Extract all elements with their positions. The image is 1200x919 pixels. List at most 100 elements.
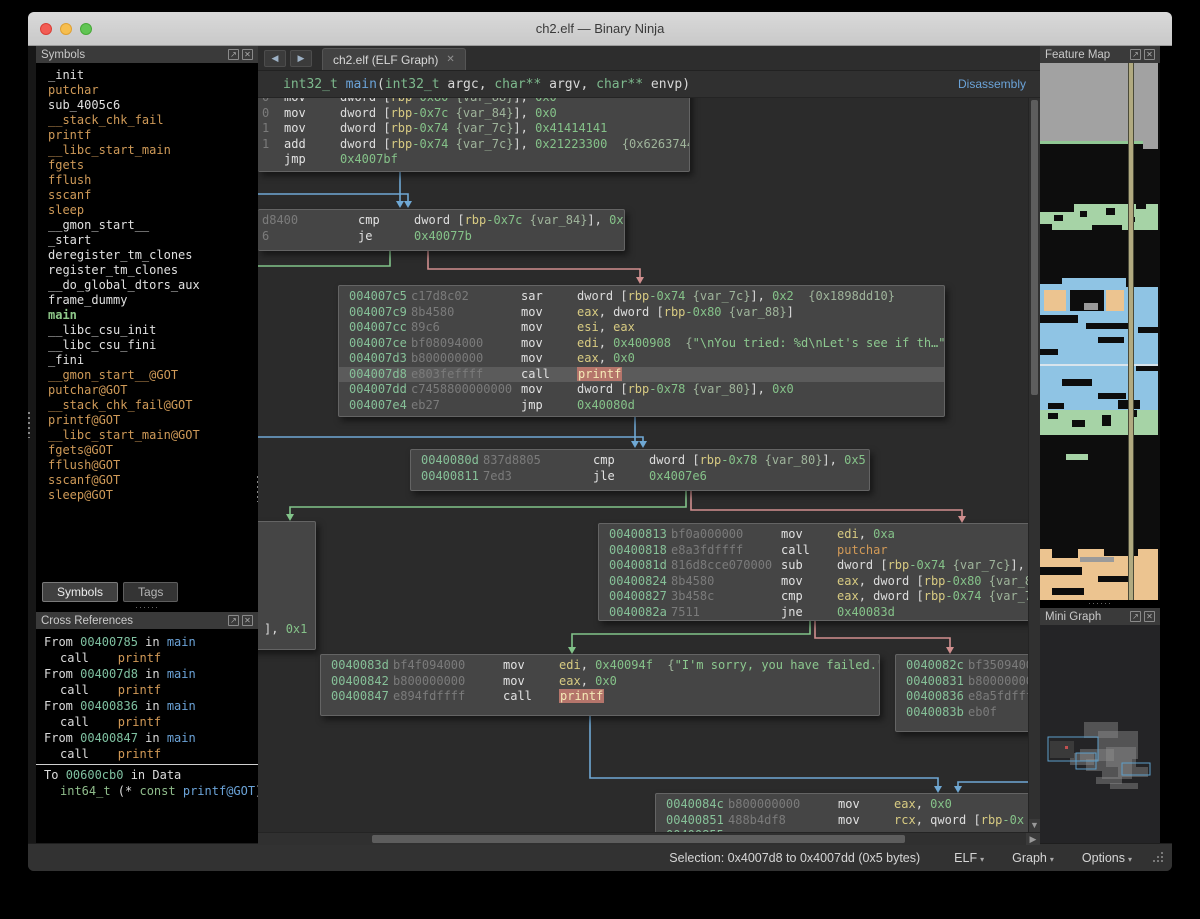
sidebar-resize-handle[interactable] xyxy=(28,412,30,438)
symbol-item[interactable]: __libc_start_main xyxy=(48,143,258,158)
symbol-item[interactable]: __libc_csu_init xyxy=(48,323,258,338)
instruction-row[interactable]: 0040082a 7511 jne 0x40083d xyxy=(599,605,1040,621)
menu-options[interactable]: Options ▾ xyxy=(1082,851,1132,865)
horizontal-scrollbar-thumb[interactable] xyxy=(372,835,905,843)
feature-map[interactable] xyxy=(1040,63,1160,600)
view-mode-selector[interactable]: Disassembly xyxy=(958,77,1026,91)
symbol-item[interactable]: __gmon_start__ xyxy=(48,218,258,233)
symbol-item[interactable]: putchar xyxy=(48,83,258,98)
symbol-item[interactable]: register_tm_clones xyxy=(48,263,258,278)
symbol-item[interactable]: sscanf xyxy=(48,188,258,203)
instruction-row[interactable]: 0040083d bf4f094000 mov edi, 0x40094f {"I'm… xyxy=(321,658,879,674)
popout-icon[interactable]: ↗ xyxy=(1130,49,1141,60)
instruction-row[interactable]: d8400cmpdword [rbp-0x7c {var_84}], 0x0 xyxy=(258,213,624,229)
panel-splitter-handle[interactable]: ······ xyxy=(36,603,258,612)
xref-detail[interactable]: call printf xyxy=(44,714,258,730)
symbol-item[interactable]: __do_global_dtors_aux xyxy=(48,278,258,293)
xref-entry[interactable]: From 00400836 in main xyxy=(44,698,258,714)
scroll-right-button[interactable]: ▶ xyxy=(1026,833,1040,845)
instruction-row[interactable]: 004007e4 eb27 jmp 0x40080d xyxy=(339,398,944,414)
instruction-row[interactable]: 00400811 7ed3 jle 0x4007e6 xyxy=(411,469,869,485)
popout-icon[interactable]: ↗ xyxy=(228,615,239,626)
instruction-row[interactable]: 0040080d 837d8805 cmp dword [rbp-0x78 {var_… xyxy=(411,453,869,469)
close-icon[interactable]: ✕ xyxy=(1144,611,1155,622)
instruction-row[interactable]: 004007d8 e803feffff call printf xyxy=(339,366,944,382)
instruction-row[interactable]: 00400831 b80000000 xyxy=(896,674,1040,690)
block-printf-tried[interactable]: 004007c5 c17d8c02 sar dword [rbp-0x74 {var_… xyxy=(338,285,945,417)
titlebar[interactable]: ch2.elf — Binary Ninja xyxy=(28,12,1172,46)
symbol-item[interactable]: printf@GOT xyxy=(48,413,258,428)
back-button[interactable]: ◀ xyxy=(264,50,286,67)
panel-splitter-handle[interactable]: ······ xyxy=(1040,599,1160,608)
symbol-item[interactable]: _init xyxy=(48,68,258,83)
block-printf-sorry[interactable]: 0040083d bf4f094000 mov edi, 0x40094f {"I'm… xyxy=(320,654,880,716)
block-return[interactable]: 0040084c b800000000 mov eax, 0x0 00400851 488… xyxy=(655,793,1040,832)
instruction-row[interactable]: 004007c9 8b4580 mov eax, dword [rbp-0x80 {v… xyxy=(339,305,944,321)
block-putchar[interactable]: 00400813 bf0a000000 mov edi, 0xa 00400818 e8a… xyxy=(598,523,1040,621)
block-cmp-var84[interactable]: d8400cmpdword [rbp-0x7c {var_84}], 0x06j… xyxy=(258,209,625,251)
close-icon[interactable]: ✕ xyxy=(1144,49,1155,60)
vertical-scrollbar[interactable]: ▼ xyxy=(1028,98,1040,832)
symbol-item[interactable]: main xyxy=(48,308,258,323)
tab-close-icon[interactable]: ✕ xyxy=(446,54,454,65)
symbol-item[interactable]: deregister_tm_clones xyxy=(48,248,258,263)
xref-entry[interactable]: To 00600cb0 in Data xyxy=(44,767,258,783)
instruction-row[interactable]: 0040083b eb0f xyxy=(896,705,1040,721)
instruction-row[interactable]: 0040081d 816d8cce070000 sub dword [rbp-0x74… xyxy=(599,558,1040,574)
popout-icon[interactable]: ↗ xyxy=(1130,611,1141,622)
instruction-row[interactable]: 004007dd c7458800000000 mov dword [rbp-0x78… xyxy=(339,382,944,398)
graph-view[interactable]: 0movdword [rbp-0x80 {var_88}], 0x00movdw… xyxy=(258,98,1040,832)
instruction-row[interactable]: 0040082c bf3509400 xyxy=(896,658,1040,674)
menu-elf[interactable]: ELF ▾ xyxy=(954,851,984,865)
symbol-item[interactable]: __stack_chk_fail@GOT xyxy=(48,398,258,413)
popout-icon[interactable]: ↗ xyxy=(228,49,239,60)
close-icon[interactable]: ✕ xyxy=(242,49,253,60)
block-entry[interactable]: 0movdword [rbp-0x80 {var_88}], 0x00movdw… xyxy=(258,98,690,172)
symbol-item[interactable]: sub_4005c6 xyxy=(48,98,258,113)
xref-detail[interactable]: call printf xyxy=(44,682,258,698)
instruction-row[interactable]: 00400851 488b4df8 mov rcx, qword [rbp-0x xyxy=(656,813,1040,829)
symbol-item[interactable]: printf xyxy=(48,128,258,143)
tab-symbols[interactable]: Symbols xyxy=(42,582,119,602)
symbol-item[interactable]: putchar@GOT xyxy=(48,383,258,398)
close-icon[interactable]: ✕ xyxy=(242,615,253,626)
instruction-row[interactable]: 00400836 e8a5fdfff xyxy=(896,689,1040,705)
symbol-item[interactable]: _start xyxy=(48,233,258,248)
symbol-item[interactable]: __libc_start_main@GOT xyxy=(48,428,258,443)
instruction-row[interactable]: 6 je 0x40077b xyxy=(258,229,624,245)
scroll-down-button[interactable]: ▼ xyxy=(1029,819,1040,832)
minimize-window-button[interactable] xyxy=(60,23,72,35)
xref-entry[interactable]: From 00400847 in main xyxy=(44,730,258,746)
instruction-row[interactable]: 00400818 e8a3fdffff call putchar xyxy=(599,543,1040,559)
xref-detail[interactable]: int64_t (* const printf@GOT)() xyxy=(44,783,258,799)
xref-entry[interactable]: From 004007d8 in main xyxy=(44,666,258,682)
instruction-row[interactable]: 00400824 8b4580 mov eax, dword [rbp-0x80 {v… xyxy=(599,574,1040,590)
instruction-row[interactable]: 00400842 b800000000 mov eax, 0x0 xyxy=(321,674,879,690)
xref-detail[interactable]: call printf xyxy=(44,746,258,762)
instruction-row[interactable]: 004007cc 89c6 mov esi, eax xyxy=(339,320,944,336)
symbol-item[interactable]: sscanf@GOT xyxy=(48,473,258,488)
instruction-row[interactable]: jmp 0x4007bf xyxy=(258,152,689,168)
instruction-row[interactable]: 0040084c b800000000 mov eax, 0x0 xyxy=(656,797,1040,813)
symbol-item[interactable]: __libc_csu_fini xyxy=(48,338,258,353)
instruction-row[interactable]: 00400827 3b458c cmp eax, dword [rbp-0x74 {v… xyxy=(599,589,1040,605)
symbol-item[interactable]: fflush xyxy=(48,173,258,188)
symbol-item[interactable]: __stack_chk_fail xyxy=(48,113,258,128)
forward-button[interactable]: ▶ xyxy=(290,50,312,67)
vertical-scrollbar-thumb[interactable] xyxy=(1031,100,1038,395)
symbol-item[interactable]: fflush@GOT xyxy=(48,458,258,473)
block-loop-cond[interactable]: 0040080d 837d8805 cmp dword [rbp-0x78 {var_… xyxy=(410,449,870,491)
instruction-row[interactable]: 00400813 bf0a000000 mov edi, 0xa xyxy=(599,527,1040,543)
xref-entry[interactable]: From 00400785 in main xyxy=(44,634,258,650)
block-success-path[interactable]: 0040082c bf3509400 00400831 b80000000 004008… xyxy=(895,654,1040,732)
tab-tags[interactable]: Tags xyxy=(123,582,179,602)
symbol-item[interactable]: frame_dummy xyxy=(48,293,258,308)
symbol-item[interactable]: sleep xyxy=(48,203,258,218)
instruction-row[interactable]: 004007ce bf08094000 mov edi, 0x400908 {"\nY… xyxy=(339,336,944,352)
close-window-button[interactable] xyxy=(40,23,52,35)
mini-graph[interactable] xyxy=(1040,625,1160,843)
instruction-row[interactable]: 00400847 e894fdffff call printf xyxy=(321,689,879,705)
xref-detail[interactable]: call printf xyxy=(44,650,258,666)
block-loop-inc[interactable]: ], 0x1 xyxy=(258,521,316,650)
symbol-item[interactable]: fgets@GOT xyxy=(48,443,258,458)
